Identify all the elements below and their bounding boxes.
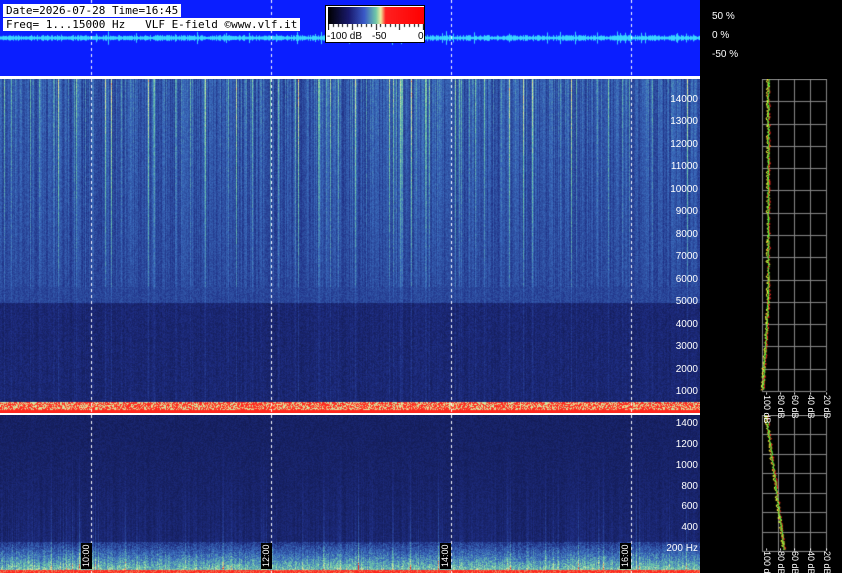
high-band-freq-label: 13000 [670,116,698,128]
color-scale-min-label: -100 dB [327,31,363,42]
time-label: 12:00 [261,543,272,569]
high-band-freq-label: 3000 [675,341,698,353]
high-band-spectrum-profile [752,79,842,413]
high-band-freq-label: 1000 [675,386,698,397]
high-band-freq-label: 9000 [675,206,698,218]
amplitude-label-0: 0 % [712,30,730,41]
low-band-freq-label: 400 [681,522,698,534]
low-band-freq-label: 1400 [675,418,698,429]
high-band-freq-label: 6000 [675,273,698,285]
profile-db-label: -60 dB [790,392,800,419]
date-time-label: Date=2026-07-28 Time=16:45 [3,4,182,17]
color-scale-mid-label: -50 [372,31,387,42]
low-band-freq-label: 1000 [675,459,698,471]
high-band-profile-plot [752,79,842,413]
high-band-freq-label: 8000 [675,228,698,240]
high-band-freq-label: 7000 [675,251,698,263]
spectrogram-high-band [0,79,700,413]
high-band-freq-label: 4000 [675,318,698,330]
time-label: 14:00 [440,543,451,569]
profile-db-label: -20 dB [822,548,832,573]
frequency-range-label: Freq= 1...15000 Hz VLF E-field ©www.vlf.… [3,18,301,31]
spectrogram-low-band-image [0,415,700,573]
amplitude-label-50: 50 % [712,11,735,22]
color-scale-max-label: 0 [418,31,424,42]
profile-db-label: -100 dB [762,392,772,424]
time-label: 16:00 [620,543,631,569]
high-band-freq-label: 10000 [670,183,698,195]
low-band-freq-label: 800 [681,480,698,492]
color-scale-gradient [328,7,424,24]
profile-db-label: -20 dB [822,392,832,419]
vlf-spectrogram-window: Date=2026-07-28 Time=16:45 Freq= 1...150… [0,0,842,573]
profile-db-label: -100 dB [762,548,772,573]
low-band-freq-label: 1200 [675,438,698,450]
low-band-freq-label: 600 [681,501,698,513]
high-band-freq-label: 5000 [675,296,698,308]
amplitude-label-minus-50: -50 % [712,49,739,60]
high-band-freq-label: 14000 [670,94,698,105]
high-band-freq-label: 11000 [670,161,698,173]
spectrogram-low-band [0,415,700,573]
color-scale-ticks [328,24,424,30]
db-color-scale: -100 dB -50 0 [325,5,425,43]
time-label: 10:00 [81,543,92,569]
high-band-freq-label: 2000 [675,363,698,375]
profile-db-label: -80 dB [776,392,786,419]
profile-db-label: -40 dB [806,392,816,419]
low-band-freq-label: 200 Hz [666,543,698,554]
profile-db-label: -60 dB [790,548,800,573]
profile-db-label: -40 dB [806,548,816,573]
high-band-freq-label: 12000 [670,138,698,150]
spectrogram-high-band-image [0,79,700,413]
profile-db-label: -80 dB [776,548,786,573]
